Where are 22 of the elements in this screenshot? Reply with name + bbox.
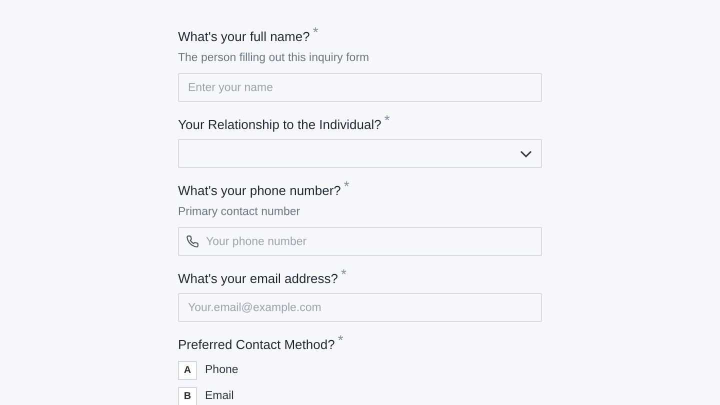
required-mark: *: [312, 24, 318, 40]
option-key[interactable]: A: [178, 361, 197, 380]
required-mark: *: [344, 178, 350, 194]
option-key[interactable]: B: [178, 387, 197, 405]
option-label[interactable]: Email: [205, 388, 234, 405]
question-label: What's your email address?: [178, 271, 338, 286]
option-label[interactable]: Phone: [205, 362, 238, 380]
input-field[interactable]: Enter your name: [178, 73, 542, 102]
question-label: What's your phone number?: [178, 183, 341, 198]
input-field[interactable]: Your.email@example.com: [178, 293, 542, 322]
phone-field[interactable]: Your phone number: [178, 227, 542, 256]
required-mark: *: [384, 112, 390, 128]
question-label: Preferred Contact Method?: [178, 337, 335, 352]
question-label: Your Relationship to the Individual?: [178, 117, 382, 132]
phone-icon: [186, 235, 199, 248]
question-label: What's your full name?: [178, 29, 310, 44]
required-mark: *: [338, 332, 344, 348]
hint-text: The person filling out this inquiry form: [178, 51, 370, 66]
hint-text: Primary contact number: [178, 205, 302, 220]
required-mark: *: [341, 266, 346, 282]
chevron-down-icon: [520, 150, 532, 158]
dropdown-field[interactable]: [178, 139, 542, 168]
